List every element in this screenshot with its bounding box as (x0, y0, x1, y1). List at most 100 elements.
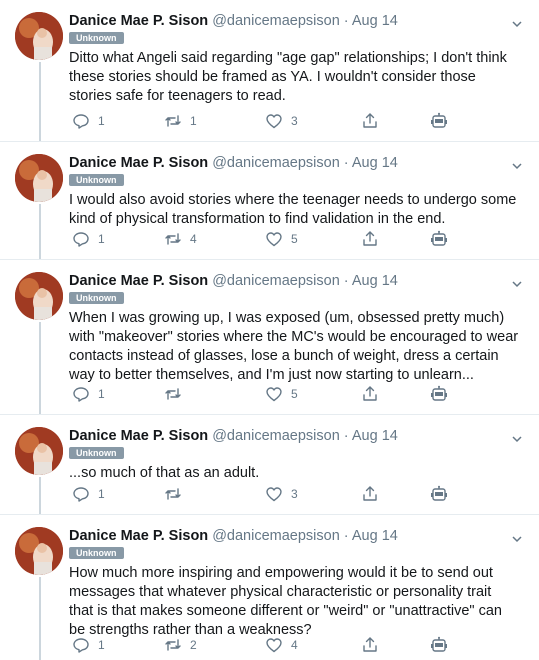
bot-button[interactable] (430, 229, 448, 249)
reply-button[interactable]: 1 (72, 484, 105, 504)
status-badge: Unknown (69, 32, 124, 44)
share-icon (363, 486, 377, 501)
share-button[interactable] (361, 384, 379, 404)
bot-button[interactable] (430, 384, 448, 404)
share-button[interactable] (361, 484, 379, 504)
like-button[interactable]: 3 (265, 484, 298, 504)
avatar[interactable] (15, 12, 63, 60)
retweet-icon (165, 488, 181, 500)
tweet-actions: 1 4 5 (69, 229, 469, 249)
tweet-date[interactable]: Aug 14 (352, 155, 398, 171)
user-handle[interactable]: @danicemaepsison (212, 155, 340, 171)
bot-icon (431, 230, 447, 246)
chevron-down-icon[interactable] (511, 433, 523, 445)
tweet-header: Danice Mae P. Sison @danicemaepsison · A… (69, 272, 398, 290)
reply-button[interactable]: 1 (72, 111, 105, 131)
bot-icon (431, 636, 447, 652)
heart-icon (266, 232, 282, 247)
bot-icon (431, 112, 447, 128)
display-name[interactable]: Danice Mae P. Sison (69, 273, 208, 289)
tweet-date[interactable]: Aug 14 (352, 528, 398, 544)
reply-button[interactable]: 1 (72, 384, 105, 404)
chevron-down-icon[interactable] (511, 160, 523, 172)
separator-dot: · (343, 528, 349, 544)
separator-dot: · (343, 428, 349, 444)
reply-button[interactable]: 1 (72, 229, 105, 249)
like-button[interactable]: 5 (265, 229, 298, 249)
like-count: 5 (291, 387, 298, 401)
tweet-date[interactable]: Aug 14 (352, 13, 398, 29)
chevron-down-icon[interactable] (511, 18, 523, 30)
like-button[interactable]: 3 (265, 111, 298, 131)
tweet-actions: 1 3 (69, 484, 469, 504)
share-button[interactable] (361, 111, 379, 131)
user-handle[interactable]: @danicemaepsison (212, 13, 340, 29)
tweet-header: Danice Mae P. Sison @danicemaepsison · A… (69, 12, 398, 30)
avatar[interactable] (15, 154, 63, 202)
retweet-button[interactable]: 1 (164, 111, 197, 131)
user-handle[interactable]: @danicemaepsison (212, 273, 340, 289)
reply-count: 1 (98, 232, 105, 246)
chevron-down-icon[interactable] (511, 278, 523, 290)
status-badge: Unknown (69, 447, 124, 459)
tweet-date[interactable]: Aug 14 (352, 273, 398, 289)
tweet-text: ...so much of that as an adult. (69, 465, 260, 481)
retweet-icon (165, 639, 181, 651)
retweet-icon (165, 233, 181, 245)
tweet[interactable]: Danice Mae P. Sison @danicemaepsison · A… (0, 415, 539, 515)
share-button[interactable] (361, 229, 379, 249)
tweet-header: Danice Mae P. Sison @danicemaepsison · A… (69, 427, 398, 445)
heart-icon (266, 387, 282, 402)
retweet-button[interactable]: 2 (164, 635, 197, 655)
user-handle[interactable]: @danicemaepsison (212, 428, 340, 444)
thread-line (39, 322, 41, 415)
bot-button[interactable] (430, 484, 448, 504)
bot-icon (431, 485, 447, 501)
reply-count: 1 (98, 114, 105, 128)
timeline: Danice Mae P. Sison @danicemaepsison · A… (0, 0, 539, 660)
share-icon (363, 637, 377, 652)
display-name[interactable]: Danice Mae P. Sison (69, 428, 208, 444)
retweet-button[interactable] (164, 384, 190, 404)
reply-icon (73, 487, 89, 502)
bot-button[interactable] (430, 635, 448, 655)
like-button[interactable]: 4 (265, 635, 298, 655)
heart-icon (266, 487, 282, 502)
tweet[interactable]: Danice Mae P. Sison @danicemaepsison · A… (0, 142, 539, 260)
status-badge: Unknown (69, 292, 124, 304)
bot-button[interactable] (430, 111, 448, 131)
avatar[interactable] (15, 527, 63, 575)
avatar[interactable] (15, 272, 63, 320)
retweet-button[interactable]: 4 (164, 229, 197, 249)
like-count: 4 (291, 638, 298, 652)
share-icon (363, 386, 377, 401)
tweet-text: I would also avoid stories where the tee… (69, 192, 517, 227)
display-name[interactable]: Danice Mae P. Sison (69, 155, 208, 171)
reply-icon (73, 114, 89, 129)
tweet[interactable]: Danice Mae P. Sison @danicemaepsison · A… (0, 0, 539, 142)
tweet-actions: 1 5 (69, 384, 469, 404)
tweet-date[interactable]: Aug 14 (352, 428, 398, 444)
user-handle[interactable]: @danicemaepsison (212, 528, 340, 544)
thread-line (39, 577, 41, 660)
chevron-down-icon[interactable] (511, 533, 523, 545)
tweet[interactable]: Danice Mae P. Sison @danicemaepsison · A… (0, 515, 539, 660)
reply-icon (73, 387, 89, 402)
reply-button[interactable]: 1 (72, 635, 105, 655)
display-name[interactable]: Danice Mae P. Sison (69, 13, 208, 29)
avatar[interactable] (15, 427, 63, 475)
like-button[interactable]: 5 (265, 384, 298, 404)
retweet-count: 4 (190, 232, 197, 246)
tweet-text: When I was growing up, I was exposed (um… (69, 310, 519, 383)
share-button[interactable] (361, 635, 379, 655)
retweet-button[interactable] (164, 484, 190, 504)
reply-count: 1 (98, 387, 105, 401)
display-name[interactable]: Danice Mae P. Sison (69, 528, 208, 544)
share-icon (363, 231, 377, 246)
heart-icon (266, 114, 282, 129)
reply-count: 1 (98, 487, 105, 501)
tweet-actions: 1 1 3 (69, 111, 469, 131)
tweet[interactable]: Danice Mae P. Sison @danicemaepsison · A… (0, 260, 539, 415)
thread-line (39, 477, 41, 515)
separator-dot: · (343, 13, 349, 29)
